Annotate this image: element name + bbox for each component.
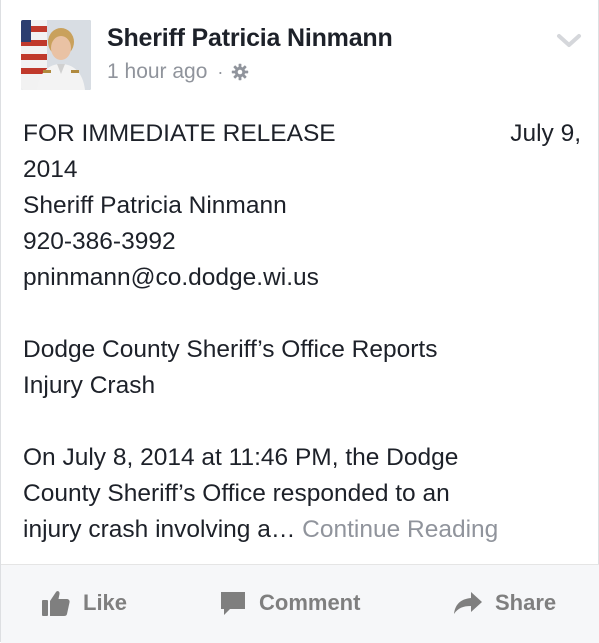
thumbs-up-icon (42, 591, 70, 616)
gear-icon[interactable] (231, 63, 249, 81)
comment-button[interactable]: Comment (219, 587, 360, 619)
post-meta: 1 hour ago · (107, 60, 249, 84)
timestamp[interactable]: 1 hour ago (107, 60, 207, 84)
like-button[interactable]: Like (41, 587, 127, 619)
release-label: FOR IMMEDIATE RELEASE (23, 120, 336, 147)
contact-email: pninmann@co.dodge.wi.us (23, 264, 319, 291)
share-button[interactable]: Share (453, 587, 556, 619)
author-name[interactable]: Sheriff Patricia Ninmann (107, 24, 393, 53)
meta-separator: · (217, 61, 224, 82)
like-label: Like (83, 590, 128, 615)
avatar[interactable] (21, 20, 91, 90)
headline-line-1: Dodge County Sheriff’s Office Reports (23, 336, 438, 363)
news-feed-post: Sheriff Patricia Ninmann 1 hour ago · FO… (0, 0, 599, 643)
release-header: FOR IMMEDIATE RELEASE July 9, (23, 116, 583, 152)
contact-phone: 920-386-3992 (23, 228, 176, 255)
headline-line-2: Injury Crash (23, 372, 156, 399)
paragraph-line-3: injury crash involving a… Continue Readi… (23, 512, 583, 548)
contact-name: Sheriff Patricia Ninmann (23, 192, 287, 219)
release-year: 2014 (23, 156, 78, 183)
comment-label: Comment (259, 590, 361, 615)
continue-reading-link[interactable]: Continue Reading (302, 516, 498, 543)
share-label: Share (495, 590, 557, 615)
post-body: FOR IMMEDIATE RELEASE July 9, 2014 Sheri… (23, 116, 583, 548)
action-bar: Like Comment Share (1, 564, 599, 643)
comment-icon (221, 592, 245, 615)
profile-photo (21, 20, 91, 90)
paragraph-text: injury crash involving a… (23, 516, 296, 543)
release-date: July 9, (510, 120, 581, 147)
paragraph-line-1: On July 8, 2014 at 11:46 PM, the Dodge (23, 444, 459, 471)
paragraph-line-2: County Sheriff’s Office responded to an (23, 480, 450, 507)
chevron-down-icon[interactable] (556, 33, 582, 49)
share-arrow-icon (454, 592, 482, 614)
